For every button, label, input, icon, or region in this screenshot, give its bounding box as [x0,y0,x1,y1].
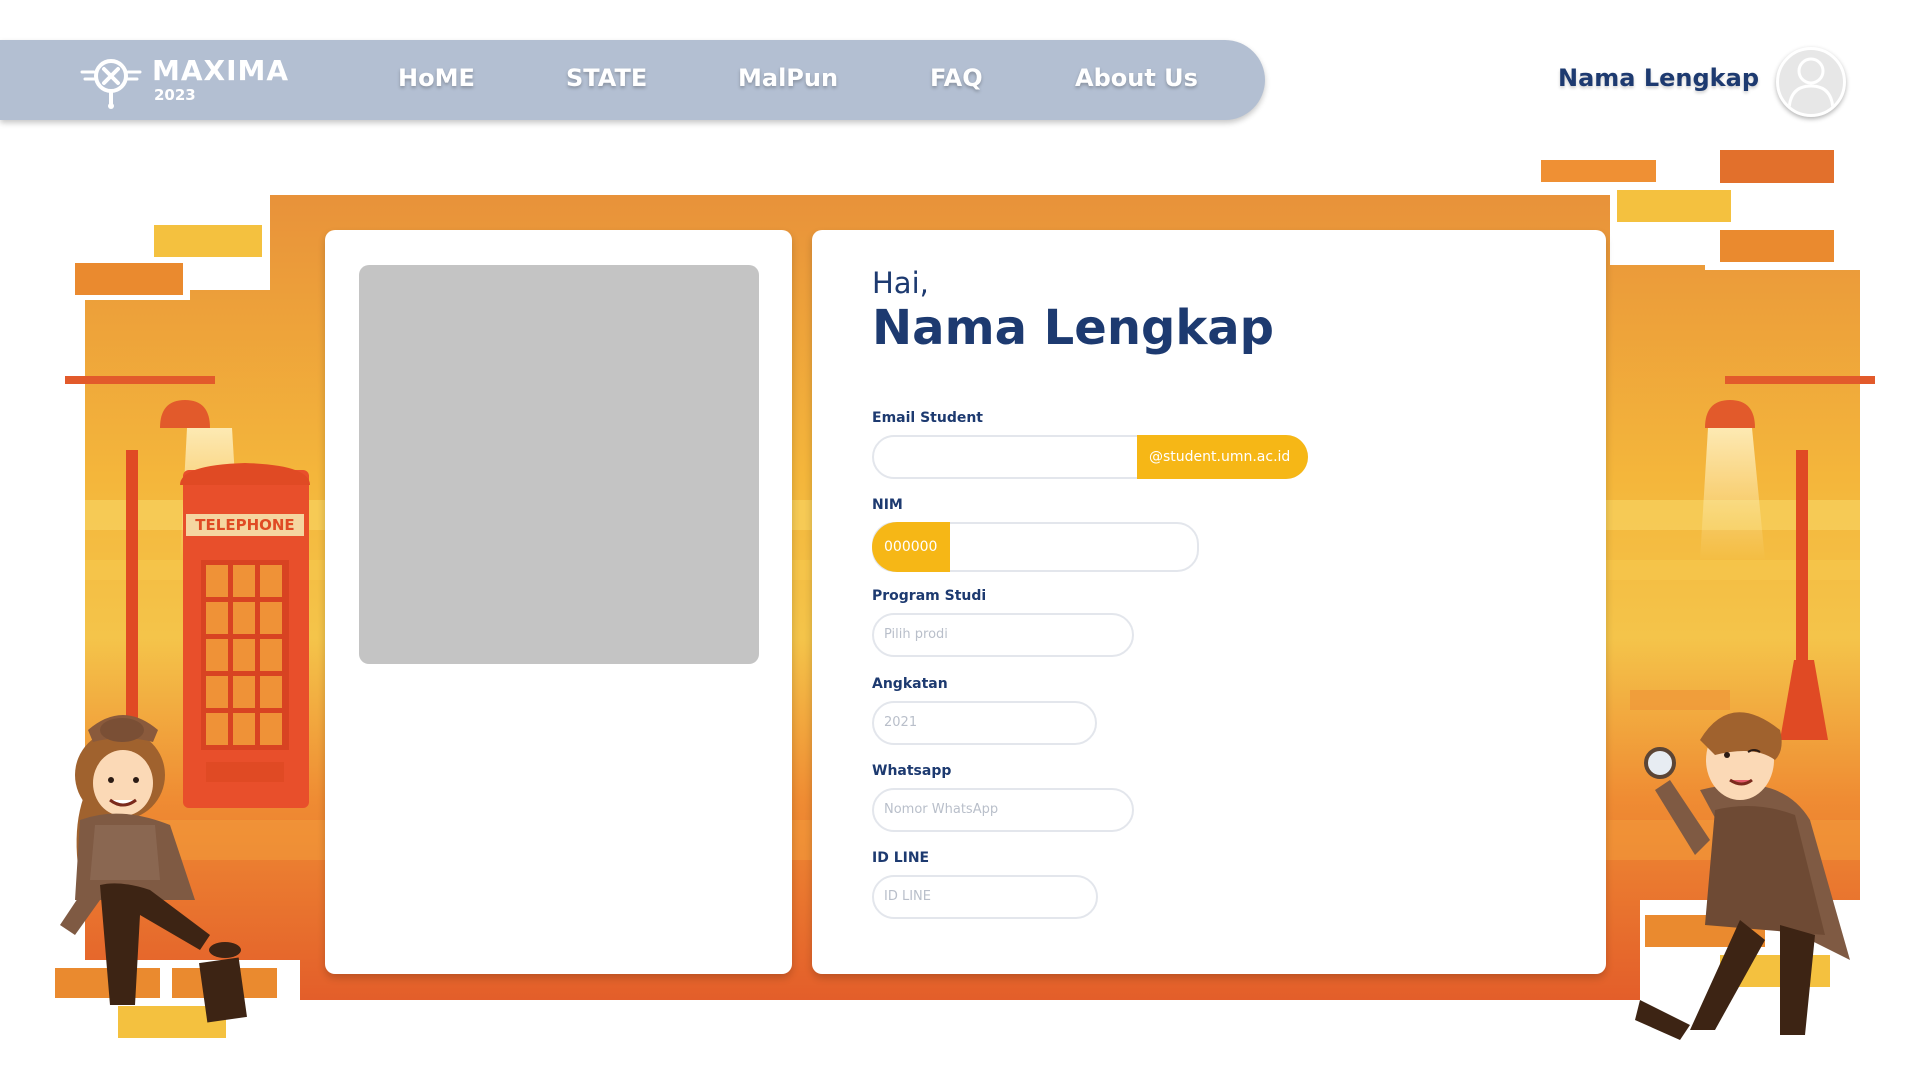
email-domain-suffix: @student.umn.ac.id [1137,435,1308,479]
brick [1630,690,1730,710]
whatsapp-label: Whatsapp [872,763,952,779]
angkatan-field[interactable]: 2021 [872,701,1097,745]
header-user-name[interactable]: Nama Lengkap [1558,64,1759,92]
nav-home[interactable]: HoME [398,64,475,92]
id-line-label: ID LINE [872,850,930,866]
email-label: Email Student [872,410,983,426]
nim-label: NIM [872,497,903,513]
user-icon [1787,57,1835,113]
profile-photo-placeholder[interactable] [359,265,759,664]
nav-state[interactable]: STATE [566,64,647,92]
photo-card [325,230,792,974]
logo-emblem-icon [80,59,142,109]
greeting-text: Hai, [872,266,929,300]
nav-faq[interactable]: FAQ [930,64,983,92]
angkatan-label: Angkatan [872,676,948,692]
top-navbar: MAXIMA 2023 HoME STATE MalPun FAQ About … [0,40,1265,120]
brick [75,263,183,295]
profile-form-card: Hai, Nama Lengkap Email Student @student… [812,230,1606,974]
brand-title: MAXIMA [152,54,290,87]
brick [1541,160,1656,182]
nim-prefix: 000000 [872,522,950,572]
brick [1720,230,1834,262]
brick [1617,190,1731,222]
nav-malpun[interactable]: MalPun [738,64,838,92]
maxima-logo[interactable]: MAXIMA 2023 [80,52,290,110]
program-studi-select[interactable]: Pilih prodi [872,613,1134,657]
whatsapp-field[interactable]: Nomor WhatsApp [872,788,1134,832]
brick [154,225,262,257]
brick [1720,150,1834,183]
user-avatar[interactable] [1776,47,1846,117]
nav-about-us[interactable]: About Us [1075,64,1198,92]
id-line-field[interactable]: ID LINE [872,875,1098,919]
brand-year: 2023 [154,86,196,104]
profile-full-name: Nama Lengkap [872,300,1275,356]
telephone-sign: TELEPHONE [195,516,294,534]
program-studi-label: Program Studi [872,588,987,604]
